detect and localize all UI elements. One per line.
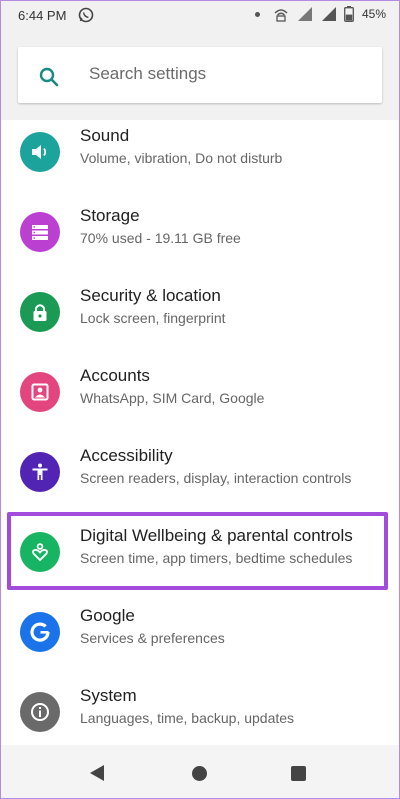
signal-icon: [297, 7, 312, 21]
settings-item-title: Security & location: [80, 286, 221, 305]
settings-item-subtitle: Services & preferences: [80, 630, 225, 646]
home-icon[interactable]: [192, 766, 207, 781]
dot-icon: [254, 11, 260, 17]
accessibility-icon: [20, 452, 60, 492]
settings-item-title: Storage: [80, 206, 140, 225]
account-icon: [20, 372, 60, 412]
settings-item-accounts[interactable]: Accounts WhatsApp, SIM Card, Google: [0, 354, 400, 434]
google-icon: [20, 612, 60, 652]
lock-icon: [20, 292, 60, 332]
info-icon: [20, 692, 60, 732]
status-time: 6:44 PM: [18, 8, 67, 23]
battery-icon: [344, 6, 354, 22]
search-icon[interactable]: [38, 66, 60, 88]
settings-item-title: Accounts: [80, 366, 150, 385]
hotspot-icon: [274, 9, 288, 22]
settings-item-subtitle: WhatsApp, SIM Card, Google: [80, 390, 265, 406]
speaker-icon: [20, 132, 60, 172]
settings-item-title: Sound: [80, 126, 130, 145]
settings-item-google[interactable]: Google Services & preferences: [0, 594, 400, 674]
settings-item-system[interactable]: System Languages, time, backup, updates: [0, 674, 400, 754]
settings-item-subtitle: Languages, time, backup, updates: [80, 710, 295, 726]
navigation-bar: [0, 745, 400, 799]
status-bar: 6:44 PM 45%: [0, 0, 400, 32]
settings-item-subtitle: 70% used - 19.11 GB free: [80, 230, 241, 246]
whatsapp-icon: [78, 7, 94, 23]
recents-icon[interactable]: [291, 766, 306, 781]
settings-item-sound[interactable]: Sound Volume, vibration, Do not disturb: [0, 114, 400, 194]
highlight-box: [7, 512, 388, 590]
settings-item-security[interactable]: Security & location Lock screen, fingerp…: [0, 274, 400, 354]
settings-item-title: System: [80, 686, 137, 705]
settings-item-subtitle: Lock screen, fingerprint: [80, 310, 226, 326]
settings-item-accessibility[interactable]: Accessibility Screen readers, display, i…: [0, 434, 400, 514]
settings-item-title: Google: [80, 606, 135, 625]
search-input[interactable]: Search settings: [89, 64, 206, 84]
settings-item-subtitle: Screen readers, display, interaction con…: [80, 470, 352, 486]
settings-item-subtitle: Volume, vibration, Do not disturb: [80, 150, 283, 166]
storage-icon: [20, 212, 60, 252]
settings-item-title: Accessibility: [80, 446, 173, 465]
signal-icon-2: [321, 7, 336, 21]
back-icon[interactable]: [89, 764, 105, 782]
battery-percentage: 45%: [361, 7, 386, 21]
settings-item-storage[interactable]: Storage 70% used - 19.11 GB free: [0, 194, 400, 274]
status-icons: 45%: [254, 6, 386, 22]
